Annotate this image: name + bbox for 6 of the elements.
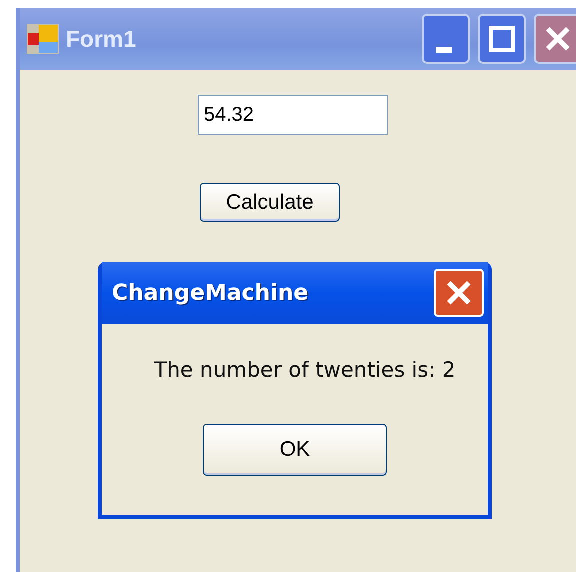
message-text: The number of twenties is: 2 xyxy=(154,358,456,382)
ok-button[interactable]: OK xyxy=(203,424,387,476)
calculate-button[interactable]: Calculate xyxy=(200,183,340,222)
amount-field[interactable]: 54.32 xyxy=(198,95,388,135)
dialog-title: ChangeMachine xyxy=(112,280,309,306)
window-title: Form1 xyxy=(66,26,136,52)
